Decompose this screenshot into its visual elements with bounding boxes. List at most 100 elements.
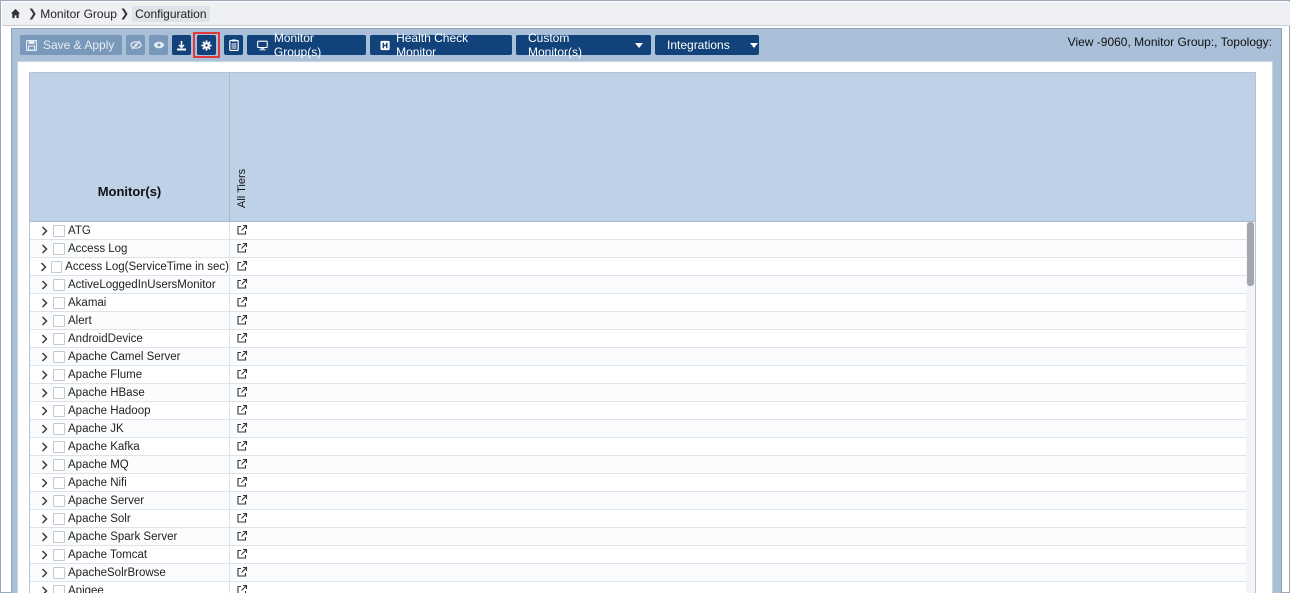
row-checkbox[interactable]	[53, 351, 65, 363]
clipboard-button[interactable]	[224, 35, 243, 55]
health-check-monitor-button[interactable]: Health Check Monitor	[370, 31, 512, 59]
all-tiers-header-label: All Tiers	[236, 168, 248, 208]
table-row: Apigee	[30, 582, 1255, 593]
row-checkbox[interactable]	[53, 297, 65, 309]
external-link-icon[interactable]	[236, 260, 248, 272]
download-button[interactable]	[172, 35, 191, 55]
row-checkbox[interactable]	[53, 387, 65, 399]
external-link-icon[interactable]	[236, 566, 248, 578]
external-link-icon[interactable]	[236, 314, 248, 326]
external-link-icon[interactable]	[236, 440, 248, 452]
chevron-right-icon[interactable]	[38, 226, 50, 236]
chevron-right-icon[interactable]	[38, 514, 50, 524]
row-checkbox[interactable]	[51, 261, 63, 273]
monitor-name: AndroidDevice	[68, 333, 143, 345]
chevron-right-icon[interactable]	[38, 316, 50, 326]
external-link-icon[interactable]	[236, 530, 248, 542]
monitor-cell: Apache HBase	[30, 384, 230, 402]
table-body: ATG Access Log Access Log(ServiceTime in s…	[30, 222, 1255, 593]
chevron-right-icon[interactable]	[38, 280, 50, 290]
chevron-right-icon[interactable]	[38, 568, 50, 578]
external-link-icon[interactable]	[236, 548, 248, 560]
toolbar: Save & Apply Monitor Group(s) Health Che…	[20, 31, 763, 59]
external-link-icon[interactable]	[236, 242, 248, 254]
external-link-icon[interactable]	[236, 422, 248, 434]
configuration-panel: Save & Apply Monitor Group(s) Health Che…	[11, 28, 1282, 593]
monitor-name: Apache Solr	[68, 513, 131, 525]
external-link-icon[interactable]	[236, 278, 248, 290]
scrollbar-thumb[interactable]	[1247, 222, 1254, 286]
chevron-right-icon[interactable]	[38, 532, 50, 542]
row-checkbox[interactable]	[53, 333, 65, 345]
external-link-icon[interactable]	[236, 584, 248, 593]
row-checkbox[interactable]	[53, 495, 65, 507]
caret-down-icon	[635, 42, 643, 48]
settings-button[interactable]	[197, 35, 216, 55]
external-link-icon[interactable]	[236, 332, 248, 344]
chevron-right-icon[interactable]	[38, 298, 50, 308]
row-checkbox[interactable]	[53, 405, 65, 417]
integrations-dropdown[interactable]: Integrations	[655, 35, 759, 55]
monitor-cell: ApacheSolrBrowse	[30, 564, 230, 582]
row-checkbox[interactable]	[53, 513, 65, 525]
column-header-monitors: Monitor(s)	[30, 73, 230, 221]
download-icon	[177, 40, 186, 50]
row-checkbox[interactable]	[53, 279, 65, 291]
view-button[interactable]	[149, 35, 168, 55]
chevron-right-icon[interactable]	[38, 262, 48, 272]
monitor-cell: Apache Flume	[30, 366, 230, 384]
external-link-icon[interactable]	[236, 350, 248, 362]
chevron-right-icon[interactable]	[38, 460, 50, 470]
external-link-icon[interactable]	[236, 512, 248, 524]
column-header-all-tiers: All Tiers	[230, 73, 257, 221]
monitor-name: ATG	[68, 225, 91, 237]
row-checkbox[interactable]	[53, 549, 65, 561]
table-row: Apache Server	[30, 492, 1255, 510]
row-checkbox[interactable]	[53, 459, 65, 471]
external-link-icon[interactable]	[236, 476, 248, 488]
chevron-right-icon[interactable]	[38, 496, 50, 506]
breadcrumb-monitor-group[interactable]: Monitor Group	[40, 7, 117, 21]
row-checkbox[interactable]	[53, 423, 65, 435]
monitor-cell: Akamai	[30, 294, 230, 312]
save-apply-button[interactable]: Save & Apply	[20, 35, 122, 55]
chevron-right-icon[interactable]	[38, 424, 50, 434]
chevron-right-icon[interactable]	[38, 406, 50, 416]
monitor-name: Apache Kafka	[68, 441, 140, 453]
external-link-icon[interactable]	[236, 404, 248, 416]
row-checkbox[interactable]	[53, 369, 65, 381]
chevron-right-icon[interactable]	[38, 442, 50, 452]
gear-icon	[201, 39, 212, 51]
monitor-name: Apache Nifi	[68, 477, 127, 489]
row-checkbox[interactable]	[53, 567, 65, 579]
external-link-icon[interactable]	[236, 368, 248, 380]
home-icon[interactable]	[10, 8, 21, 19]
external-link-icon[interactable]	[236, 296, 248, 308]
monitor-groups-label: Monitor Group(s)	[273, 31, 322, 59]
row-checkbox[interactable]	[53, 531, 65, 543]
custom-monitors-dropdown[interactable]: Custom Monitor(s)	[516, 31, 651, 59]
chevron-right-icon[interactable]	[38, 244, 50, 254]
row-checkbox[interactable]	[53, 225, 65, 237]
hide-button[interactable]	[126, 35, 145, 55]
row-checkbox[interactable]	[53, 315, 65, 327]
scrollbar[interactable]	[1246, 222, 1255, 593]
chevron-right-icon[interactable]	[38, 334, 50, 344]
monitor-name: ActiveLoggedInUsersMonitor	[68, 279, 216, 291]
monitor-name: Akamai	[68, 297, 107, 309]
chevron-right-icon[interactable]	[38, 586, 50, 593]
chevron-right-icon[interactable]	[38, 478, 50, 488]
monitor-groups-button[interactable]: Monitor Group(s)	[247, 31, 366, 59]
external-link-icon[interactable]	[236, 494, 248, 506]
external-link-icon[interactable]	[236, 458, 248, 470]
chevron-right-icon[interactable]	[38, 352, 50, 362]
row-checkbox[interactable]	[53, 477, 65, 489]
row-checkbox[interactable]	[53, 585, 65, 593]
row-checkbox[interactable]	[53, 441, 65, 453]
external-link-icon[interactable]	[236, 386, 248, 398]
chevron-right-icon[interactable]	[38, 388, 50, 398]
chevron-right-icon[interactable]	[38, 370, 50, 380]
external-link-icon[interactable]	[236, 224, 248, 236]
chevron-right-icon[interactable]	[38, 550, 50, 560]
row-checkbox[interactable]	[53, 243, 65, 255]
